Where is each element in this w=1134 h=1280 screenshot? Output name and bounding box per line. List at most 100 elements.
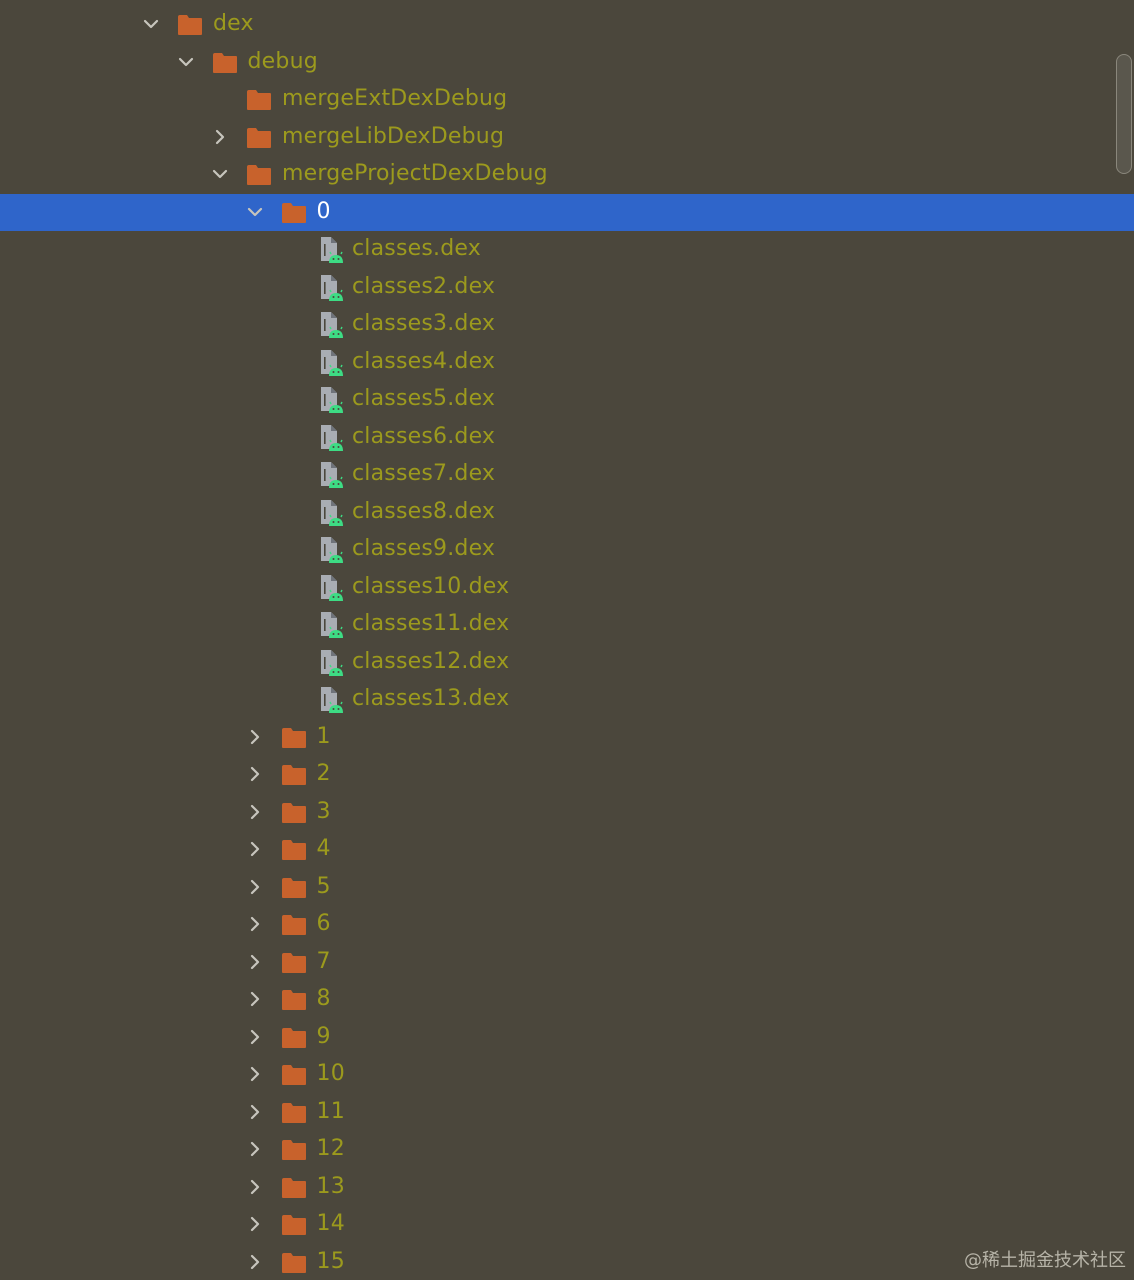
vertical-scrollbar[interactable] <box>1116 54 1132 174</box>
tree-item-label: 13 <box>316 1173 345 1199</box>
folder-icon <box>281 202 307 224</box>
folder-icon <box>281 1214 307 1236</box>
tree-item-label: classes13.dex <box>352 686 510 711</box>
tree-item-label: classes12.dex <box>352 648 510 674</box>
chevron-down-icon[interactable] <box>141 14 161 34</box>
chevron-down-icon[interactable] <box>176 52 196 72</box>
tree-item-label: classes7.dex <box>352 461 496 486</box>
watermark: @稀土掘金技术社区 <box>964 1250 1126 1271</box>
tree-folder-row[interactable]: 3 <box>0 794 1134 832</box>
chevron-down-icon[interactable] <box>210 164 230 184</box>
tree-folder-row[interactable]: 11 <box>0 1094 1134 1132</box>
chevron-right-icon[interactable] <box>245 877 265 897</box>
tree-file-row[interactable]: classes7.dex <box>0 456 1134 494</box>
tree-item-label: 15 <box>316 1248 345 1274</box>
tree-folder-row[interactable]: mergeLibDexDebug <box>0 119 1134 157</box>
chevron-right-icon[interactable] <box>245 1027 265 1047</box>
chevron-right-icon[interactable] <box>245 989 265 1009</box>
tree-item-label: classes10.dex <box>352 573 510 599</box>
tree-item-label: 7 <box>316 948 331 974</box>
dex-file-icon <box>318 348 344 378</box>
dex-file-icon <box>318 310 344 340</box>
tree-folder-row[interactable]: 5 <box>0 869 1134 907</box>
tree-folder-row[interactable]: dex <box>0 6 1134 44</box>
tree-item-label: 14 <box>316 1211 345 1236</box>
tree-file-row[interactable]: classes5.dex <box>0 381 1134 419</box>
folder-icon <box>281 1102 307 1124</box>
tree-folder-row[interactable]: 13 <box>0 1169 1134 1207</box>
tree-item-label: debug <box>247 48 318 74</box>
chevron-down-icon[interactable] <box>245 202 265 222</box>
chevron-right-icon[interactable] <box>245 914 265 934</box>
dex-file-icon <box>318 648 344 678</box>
folder-icon <box>281 727 307 749</box>
chevron-right-icon[interactable] <box>245 1139 265 1159</box>
folder-icon <box>281 1252 307 1274</box>
chevron-right-icon[interactable] <box>245 802 265 822</box>
chevron-right-icon[interactable] <box>245 1177 265 1197</box>
tree-item-label: mergeLibDexDebug <box>282 123 505 149</box>
folder-icon <box>281 1177 307 1199</box>
tree-item-label: 10 <box>316 1061 345 1086</box>
tree-folder-row[interactable]: 4 <box>0 831 1134 869</box>
tree-file-row[interactable]: classes4.dex <box>0 344 1134 382</box>
tree-item-label: 1 <box>316 723 331 749</box>
tree-item-label: 9 <box>316 1023 331 1049</box>
tree-item-label: classes.dex <box>352 236 481 261</box>
tree-file-row[interactable]: classes11.dex <box>0 606 1134 644</box>
tree-item-label: 4 <box>316 836 331 861</box>
tree-folder-row[interactable]: 2 <box>0 756 1134 794</box>
folder-icon <box>281 952 307 974</box>
tree-file-row[interactable]: classes2.dex <box>0 269 1134 307</box>
tree-item-label: 2 <box>316 761 331 786</box>
chevron-right-icon[interactable] <box>210 127 230 147</box>
tree-folder-row[interactable]: 9 <box>0 1019 1134 1057</box>
tree-folder-row[interactable]: mergeExtDexDebug <box>0 81 1134 119</box>
dex-file-icon <box>318 610 344 640</box>
chevron-right-icon[interactable] <box>245 764 265 784</box>
tree-item-label: dex <box>213 11 254 36</box>
chevron-right-icon[interactable] <box>245 1252 265 1272</box>
tree-item-label: mergeExtDexDebug <box>282 86 508 111</box>
tree-file-row[interactable]: classes.dex <box>0 231 1134 269</box>
chevron-right-icon[interactable] <box>245 1064 265 1084</box>
tree-item-label: 0 <box>316 198 331 224</box>
tree-file-row[interactable]: classes8.dex <box>0 494 1134 532</box>
tree-folder-row[interactable]: 7 <box>0 944 1134 982</box>
tree-folder-row[interactable]: mergeProjectDexDebug <box>0 156 1134 194</box>
folder-icon <box>281 877 307 899</box>
tree-item-label: 11 <box>316 1098 345 1124</box>
tree-folder-row[interactable]: 10 <box>0 1056 1134 1094</box>
chevron-right-icon[interactable] <box>245 1102 265 1122</box>
chevron-right-icon[interactable] <box>245 839 265 859</box>
tree-folder-row[interactable]: 8 <box>0 981 1134 1019</box>
project-tree: dex debug mergeExtDexDebug mergeLibDexDebug… <box>0 6 1134 1280</box>
tree-file-row[interactable]: classes9.dex <box>0 531 1134 569</box>
folder-icon <box>281 802 307 824</box>
tree-item-label: mergeProjectDexDebug <box>282 161 548 186</box>
tree-item-label: 8 <box>316 986 331 1011</box>
tree-file-row[interactable]: classes13.dex <box>0 681 1134 719</box>
tree-folder-row[interactable]: 14 <box>0 1206 1134 1244</box>
dex-file-icon <box>318 423 344 453</box>
dex-file-icon <box>318 498 344 528</box>
folder-icon <box>246 89 272 111</box>
folder-icon <box>246 127 272 149</box>
chevron-right-icon[interactable] <box>245 1214 265 1234</box>
chevron-right-icon[interactable] <box>245 952 265 972</box>
tree-item-label: classes4.dex <box>352 348 496 374</box>
tree-file-row[interactable]: classes10.dex <box>0 569 1134 607</box>
tree-folder-row[interactable]: 1 <box>0 719 1134 757</box>
tree-item-label: 3 <box>316 798 331 824</box>
folder-icon <box>212 52 238 74</box>
chevron-right-icon[interactable] <box>245 727 265 747</box>
tree-folder-row[interactable]: 0 <box>0 193 1134 231</box>
dex-file-icon <box>318 573 344 603</box>
tree-file-row[interactable]: classes12.dex <box>0 644 1134 682</box>
tree-item-label: 5 <box>316 873 331 899</box>
tree-folder-row[interactable]: 12 <box>0 1131 1134 1169</box>
tree-file-row[interactable]: classes3.dex <box>0 306 1134 344</box>
tree-folder-row[interactable]: debug <box>0 44 1134 82</box>
tree-file-row[interactable]: classes6.dex <box>0 419 1134 457</box>
tree-folder-row[interactable]: 6 <box>0 906 1134 944</box>
